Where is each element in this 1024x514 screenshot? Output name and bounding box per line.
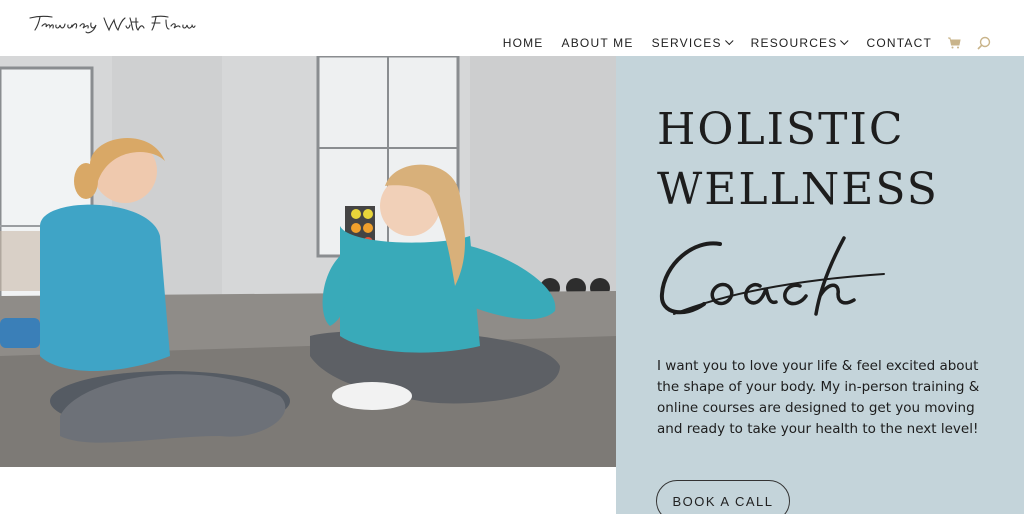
chevron-down-icon — [840, 36, 850, 46]
nav-services-label: SERVICES — [651, 36, 722, 50]
nav-home-label: HOME — [502, 36, 544, 50]
nav-contact[interactable]: CONTACT — [866, 36, 932, 50]
search-icon — [977, 36, 991, 50]
chevron-down-icon — [724, 36, 734, 46]
main-nav: HOME ABOUT ME SERVICES RESOURCES CONTACT — [503, 35, 992, 51]
book-a-call-label: BOOK A CALL — [672, 493, 774, 509]
nav-services[interactable]: SERVICES — [651, 36, 734, 50]
site-logo[interactable] — [28, 12, 196, 38]
cart-button[interactable] — [946, 35, 962, 51]
nav-home[interactable]: HOME — [503, 36, 544, 50]
hero-photo-illustration — [0, 56, 616, 467]
hero-heading-line1: HOLISTIC — [657, 104, 905, 155]
hero-photo — [0, 56, 616, 467]
hero-heading-line2: WELLNESS — [657, 164, 939, 215]
nav-resources[interactable]: RESOURCES — [750, 36, 850, 50]
nav-contact-label: CONTACT — [866, 36, 932, 50]
search-button[interactable] — [976, 35, 992, 51]
nav-about-me[interactable]: ABOUT ME — [562, 36, 634, 50]
hero-script-word — [659, 236, 885, 316]
nav-resources-label: RESOURCES — [750, 36, 838, 50]
cart-icon — [948, 37, 961, 49]
book-a-call-button[interactable]: BOOK A CALL — [656, 480, 790, 514]
logo-signature — [29, 15, 196, 34]
hero-blurb: I want you to love your life & feel exci… — [657, 358, 980, 437]
hero-panel: HOLISTIC WELLNESS I want you to love you… — [616, 56, 1024, 514]
nav-about-me-label: ABOUT ME — [561, 36, 634, 50]
site-header: HOME ABOUT ME SERVICES RESOURCES CONTACT — [0, 0, 1024, 56]
